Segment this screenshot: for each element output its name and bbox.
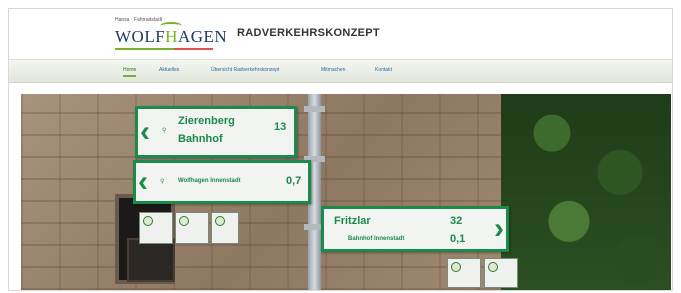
hero-image: ‹ ⚲ Zierenberg Bahnhof 13 ‹ ⚲ Wolfhagen … <box>21 94 671 290</box>
site-logo[interactable]: Hansa · Fahrradstadt WOLFHAGEN <box>115 17 228 55</box>
sign-destination: Fritzlar <box>334 215 371 227</box>
logo-underline <box>115 48 213 50</box>
browser-viewport: Hansa · Fahrradstadt WOLFHAGEN RADVERKEH… <box>8 8 673 291</box>
route-plate <box>447 258 481 288</box>
arrow-left-icon: ‹ <box>138 165 148 198</box>
sign-distance: 0,7 <box>286 175 302 187</box>
arrow-left-icon: ‹ <box>140 115 150 148</box>
nav-item-uebersicht[interactable]: Übersicht Radverkehrskonzept <box>211 67 279 73</box>
route-plate <box>211 212 239 244</box>
direction-sign-innenstadt: ‹ ⚲ Wolfhagen Innenstadt 0,7 <box>133 160 311 204</box>
site-header: Hansa · Fahrradstadt WOLFHAGEN RADVERKEH… <box>9 9 672 59</box>
sign-distance-secondary: 0,1 <box>450 233 466 245</box>
main-navigation: Home Aktuelles Übersicht Radverkehrskonz… <box>9 59 672 83</box>
route-symbol-icon <box>488 262 498 272</box>
route-symbol-icon <box>179 216 189 226</box>
nav-item-mitmachen[interactable]: Mitmachen <box>321 67 345 73</box>
bike-icon: ⚲ <box>162 128 167 134</box>
logo-wordmark: WOLFHAGEN <box>115 27 228 46</box>
trees <box>501 94 671 290</box>
route-plate <box>484 258 518 288</box>
pole-clamp <box>304 106 325 112</box>
nav-item-kontakt[interactable]: Kontakt <box>375 67 392 73</box>
route-symbol-icon <box>143 216 153 226</box>
nav-item-home[interactable]: Home <box>123 67 137 77</box>
direction-sign-fritzlar: Fritzlar Bahnhof Innenstadt 32 0,1 › <box>321 206 509 252</box>
sign-distance: 32 <box>450 215 463 227</box>
nav-item-aktuelles[interactable]: Aktuelles <box>159 67 179 73</box>
sign-subdestination: Bahnhof Innenstadt <box>348 236 405 242</box>
route-plate <box>175 212 209 244</box>
sign-distance: 13 <box>274 121 287 133</box>
sign-destination: Zierenberg <box>178 115 235 127</box>
route-symbol-icon <box>215 216 225 226</box>
bike-icon: ⚲ <box>160 179 165 185</box>
sign-subdestination: Bahnhof <box>178 133 223 145</box>
arrow-right-icon: › <box>494 212 504 245</box>
route-plate <box>139 212 173 244</box>
sign-destination: Wolfhagen Innenstadt <box>178 178 241 184</box>
direction-sign-zierenberg: ‹ ⚲ Zierenberg Bahnhof 13 <box>135 106 297 158</box>
logo-tagline: Hansa · Fahrradstadt <box>115 17 163 23</box>
route-symbol-icon <box>451 262 461 272</box>
site-title: RADVERKEHRSKONZEPT <box>237 27 380 39</box>
